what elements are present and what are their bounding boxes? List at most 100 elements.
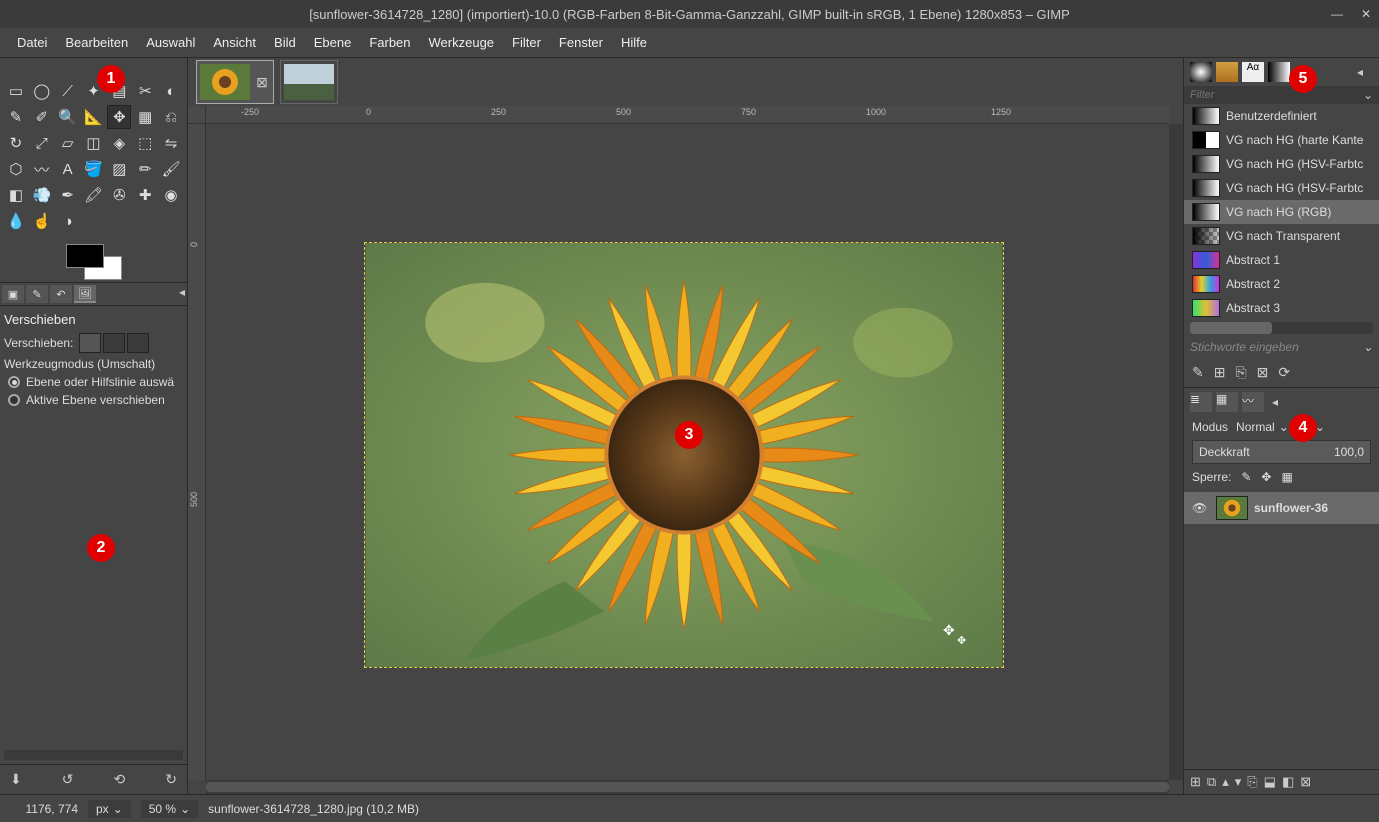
tags-input[interactable]: Stichworte eingeben <box>1190 340 1299 354</box>
mode-dropdown[interactable]: Normal ⌄ <box>1236 420 1289 434</box>
menu-farben[interactable]: Farben <box>360 35 419 50</box>
tool-cage[interactable]: ⬡ <box>4 157 28 181</box>
tool-text[interactable]: A <box>56 157 80 181</box>
lock-pixels-icon[interactable]: ✎ <box>1241 470 1251 484</box>
menu-ebene[interactable]: Ebene <box>305 35 361 50</box>
tool-zoom[interactable]: 🔍 <box>56 105 80 129</box>
save-preset-icon[interactable]: ⬇ <box>10 771 22 788</box>
menu-ansicht[interactable]: Ansicht <box>204 35 265 50</box>
gradient-item[interactable]: VG nach HG (HSV-Farbtc <box>1184 152 1379 176</box>
new-gradient-icon[interactable]: ⊞ <box>1214 364 1226 381</box>
image-tab-2[interactable] <box>280 60 338 104</box>
tool-pclone[interactable]: ◉ <box>159 183 183 207</box>
gradient-item[interactable]: VG nach HG (HSV-Farbtc <box>1184 176 1379 200</box>
lock-alpha-icon[interactable]: ▦ <box>1281 470 1292 484</box>
layer-group-icon[interactable]: ⧉ <box>1207 774 1216 790</box>
dup-layer-icon[interactable]: ⎘ <box>1247 774 1257 790</box>
tool-handle[interactable]: ⬚ <box>133 131 157 155</box>
move-mode-selection[interactable] <box>103 333 125 353</box>
canvas-viewport[interactable]: ✥✥ <box>206 124 1169 780</box>
tool-color-picker[interactable]: ✐ <box>30 105 54 129</box>
tool-ellipse-select[interactable]: ◯ <box>30 79 54 103</box>
gradient-item[interactable]: Benutzerdefiniert <box>1184 104 1379 128</box>
mask-layer-icon[interactable]: ◧ <box>1282 774 1294 790</box>
tab-device[interactable]: ✎ <box>26 285 48 303</box>
unit-dropdown[interactable]: px⌄ <box>88 800 131 818</box>
tool-paths[interactable]: ✎ <box>4 105 28 129</box>
tool-clone[interactable]: ✇ <box>107 183 131 207</box>
menu-fenster[interactable]: Fenster <box>550 35 612 50</box>
canvas-image[interactable] <box>364 242 1004 668</box>
tab-channels[interactable]: ▦ <box>1216 392 1238 412</box>
tool-measure[interactable]: 📐 <box>82 105 106 129</box>
tool-ink[interactable]: ✒ <box>56 183 80 207</box>
tool-unified[interactable]: ◈ <box>107 131 131 155</box>
tool-rect-select[interactable]: ▭ <box>4 79 28 103</box>
gradient-scrollbar[interactable] <box>1190 322 1373 334</box>
dock-config-icon-2[interactable]: ◂ <box>1272 395 1288 409</box>
menu-hilfe[interactable]: Hilfe <box>612 35 656 50</box>
move-mode-path[interactable] <box>127 333 149 353</box>
tool-shear[interactable]: ▱ <box>56 131 80 155</box>
tool-foreground[interactable]: ◐ <box>159 79 183 103</box>
gradient-item[interactable]: VG nach HG (RGB) <box>1184 200 1379 224</box>
vertical-scrollbar[interactable] <box>1169 124 1183 780</box>
radio-pick-layer[interactable] <box>8 376 20 388</box>
layer-item[interactable]: 👁 sunflower-36 <box>1184 492 1379 524</box>
menu-filter[interactable]: Filter <box>503 35 550 50</box>
tool-gradient[interactable]: ▨ <box>107 157 131 181</box>
tool-lasso[interactable]: ⟋ <box>56 79 80 103</box>
gradient-item[interactable]: Abstract 1 <box>1184 248 1379 272</box>
delete-preset-icon[interactable]: ⟲ <box>114 771 126 788</box>
gradient-item[interactable]: VG nach Transparent <box>1184 224 1379 248</box>
tool-paintbrush[interactable]: 🖌 <box>159 157 183 181</box>
tool-align[interactable]: ▦ <box>133 105 157 129</box>
tool-blur[interactable]: 💧 <box>4 209 28 233</box>
tool-scale[interactable]: ⤢ <box>30 131 54 155</box>
tool-scissors[interactable]: ✂ <box>133 79 157 103</box>
filter-input[interactable] <box>1190 89 1363 101</box>
radio-active-layer[interactable] <box>8 394 20 406</box>
tab-layers[interactable]: ≣ <box>1190 392 1212 412</box>
tool-crop[interactable]: ⎌ <box>159 105 183 129</box>
refresh-gradient-icon[interactable]: ⟳ <box>1278 364 1290 381</box>
edit-gradient-icon[interactable]: ✎ <box>1192 364 1204 381</box>
reset-preset-icon[interactable]: ↻ <box>165 771 177 788</box>
tool-bucket[interactable]: 🪣 <box>82 157 106 181</box>
tool-move[interactable]: ✥ <box>107 105 131 129</box>
menu-bearbeiten[interactable]: Bearbeiten <box>56 35 137 50</box>
tab-gradients[interactable] <box>1268 62 1290 82</box>
tab-paths[interactable]: 〰 <box>1242 392 1264 412</box>
menu-bild[interactable]: Bild <box>265 35 305 50</box>
lower-layer-icon[interactable]: ▾ <box>1235 774 1242 790</box>
tab-brushes[interactable] <box>1190 62 1212 82</box>
tool-mypaint[interactable]: 🖍 <box>82 183 106 207</box>
menu-werkzeuge[interactable]: Werkzeuge <box>420 35 504 50</box>
zoom-dropdown[interactable]: 50 %⌄ <box>141 800 198 818</box>
new-layer-icon[interactable]: ⊞ <box>1190 774 1201 790</box>
opacity-slider[interactable]: Deckkraft 100,0 <box>1192 440 1371 464</box>
lock-position-icon[interactable]: ✥ <box>1261 470 1271 484</box>
dock-menu-icon[interactable]: ◂ <box>179 285 185 303</box>
tab-tool-options[interactable]: ▣ <box>2 285 24 303</box>
move-mode-layer[interactable] <box>79 333 101 353</box>
dup-gradient-icon[interactable]: ⎘ <box>1235 364 1246 381</box>
merge-layer-icon[interactable]: ⬓ <box>1264 774 1276 790</box>
close-tab-icon[interactable]: ⊠ <box>254 74 270 90</box>
horizontal-scrollbar[interactable] <box>206 780 1169 794</box>
del-layer-icon[interactable]: ⊠ <box>1300 774 1311 790</box>
fg-color-swatch[interactable] <box>66 244 104 268</box>
tool-airbrush[interactable]: 💨 <box>30 183 54 207</box>
close-icon[interactable]: ✕ <box>1361 7 1371 21</box>
menu-auswahl[interactable]: Auswahl <box>137 35 204 50</box>
gradient-item[interactable]: Abstract 2 <box>1184 272 1379 296</box>
tool-dodge[interactable]: ◑ <box>56 209 80 233</box>
gradient-item[interactable]: VG nach HG (harte Kante <box>1184 128 1379 152</box>
del-gradient-icon[interactable]: ⊠ <box>1257 364 1269 381</box>
restore-preset-icon[interactable]: ↺ <box>62 771 74 788</box>
gradient-item[interactable]: Abstract 3 <box>1184 296 1379 320</box>
raise-layer-icon[interactable]: ▴ <box>1222 774 1229 790</box>
tab-history[interactable]: ↶ <box>50 285 72 303</box>
menu-datei[interactable]: Datei <box>8 35 56 50</box>
tool-eraser[interactable]: ◧ <box>4 183 28 207</box>
